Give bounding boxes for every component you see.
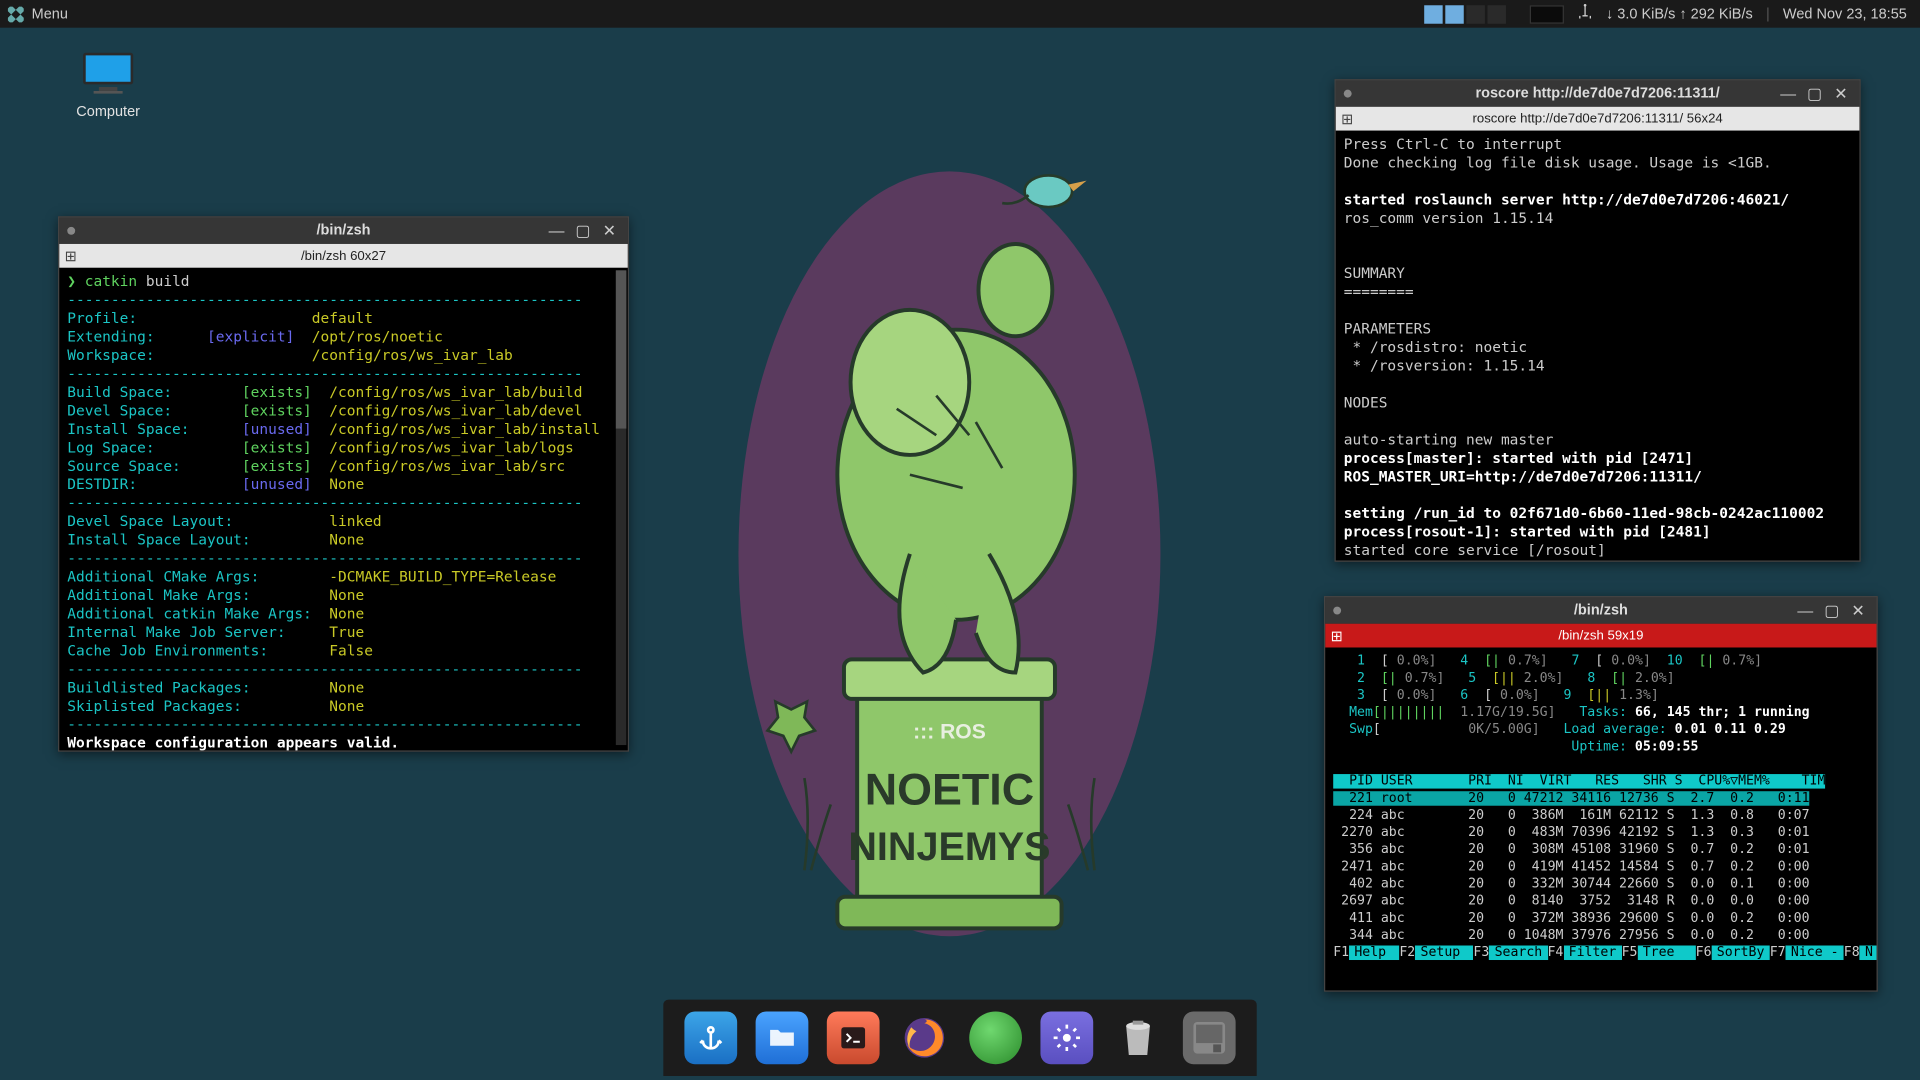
dock-anchor-icon[interactable] [684,1011,737,1064]
terminal-content[interactable]: 1 [ 0.0%] 4 [| 0.7%] 7 [ 0.0%] 10 [| 0.7… [1325,647,1876,990]
tab-label[interactable]: /bin/zsh 59x19 [1558,628,1643,643]
tab-label[interactable]: /bin/zsh 60x27 [301,249,386,264]
dock-trash-icon[interactable] [1112,1011,1165,1064]
network-icon[interactable] [1577,4,1593,24]
workspace-1[interactable] [1424,5,1442,23]
cpu-graph-icon[interactable] [1530,5,1564,23]
workspace-2[interactable] [1445,5,1463,23]
window-title: /bin/zsh [317,223,371,239]
new-tab-icon[interactable]: ⊞ [65,247,77,264]
minimize-button[interactable]: — [1797,603,1813,619]
window-menu-icon[interactable] [1344,90,1352,98]
titlebar[interactable]: roscore http://de7d0e7d7206:11311/ — ▢ ✕ [1336,80,1860,106]
new-tab-icon[interactable]: ⊞ [1341,110,1353,127]
desktop-computer-label: Computer [61,104,156,120]
svg-text:NINJEMYS: NINJEMYS [848,825,1050,869]
close-button[interactable]: ✕ [601,223,617,239]
scrollbar[interactable] [616,270,627,745]
close-button[interactable]: ✕ [1850,603,1866,619]
window-htop[interactable]: /bin/zsh — ▢ ✕ ⊞ /bin/zsh 59x19 1 [ 0.0%… [1324,596,1878,992]
window-title: roscore http://de7d0e7d7206:11311/ [1475,86,1719,102]
tab-label[interactable]: roscore http://de7d0e7d7206:11311/ 56x24 [1472,111,1722,126]
window-catkin[interactable]: /bin/zsh — ▢ ✕ ⊞ /bin/zsh 60x27 ❯ catkin… [58,216,629,751]
close-button[interactable]: ✕ [1833,86,1849,102]
wallpaper-art: ::: ROS NOETIC NINJEMYS [712,132,1187,950]
dock-terminal-icon[interactable] [827,1011,880,1064]
window-menu-icon[interactable] [1333,607,1341,615]
dock-firefox-icon[interactable] [898,1011,951,1064]
terminal-tabbar[interactable]: ⊞ roscore http://de7d0e7d7206:11311/ 56x… [1336,107,1860,131]
titlebar[interactable]: /bin/zsh — ▢ ✕ [59,218,627,244]
minimize-button[interactable]: — [1780,86,1796,102]
dock-disk-icon[interactable] [1183,1011,1236,1064]
clock[interactable]: Wed Nov 23, 18:55 [1783,6,1907,22]
svg-text:NOETIC: NOETIC [865,763,1034,814]
dock-settings-icon[interactable] [1040,1011,1093,1064]
terminal-content[interactable]: ❯ catkin build -------------------------… [59,268,627,751]
maximize-button[interactable]: ▢ [1824,603,1840,619]
dock-files-icon[interactable] [756,1011,809,1064]
desktop-computer-icon[interactable]: Computer [61,50,156,120]
window-title: /bin/zsh [1574,603,1628,619]
net-down-label: ↓ 3.0 KiB/s ↑ 292 KiB/s [1606,6,1753,22]
tray-separator: | [1766,6,1770,22]
workspace-switcher[interactable] [1424,5,1506,23]
terminal-tabbar[interactable]: ⊞ /bin/zsh 60x27 [59,244,627,268]
top-panel: Menu ↓ 3.0 KiB/s ↑ 292 KiB/s | Wed Nov 2… [0,0,1920,28]
titlebar[interactable]: /bin/zsh — ▢ ✕ [1325,597,1876,623]
dock [663,1000,1256,1076]
window-roscore[interactable]: roscore http://de7d0e7d7206:11311/ — ▢ ✕… [1335,79,1861,562]
menu-icon[interactable] [8,6,24,22]
maximize-button[interactable]: ▢ [575,223,591,239]
dock-green-orb-icon[interactable] [969,1011,1022,1064]
window-menu-icon[interactable] [67,227,75,235]
workspace-4[interactable] [1487,5,1505,23]
menu-label[interactable]: Menu [32,6,68,22]
svg-text:::: ROS: ::: ROS [913,720,986,743]
new-tab-icon[interactable]: ⊞ [1331,627,1343,644]
terminal-content[interactable]: Press Ctrl-C to interrupt Done checking … [1336,131,1860,561]
workspace-3[interactable] [1466,5,1484,23]
scrollbar-thumb[interactable] [616,270,627,428]
terminal-tabbar[interactable]: ⊞ /bin/zsh 59x19 [1325,624,1876,648]
minimize-button[interactable]: — [549,223,565,239]
maximize-button[interactable]: ▢ [1807,86,1823,102]
